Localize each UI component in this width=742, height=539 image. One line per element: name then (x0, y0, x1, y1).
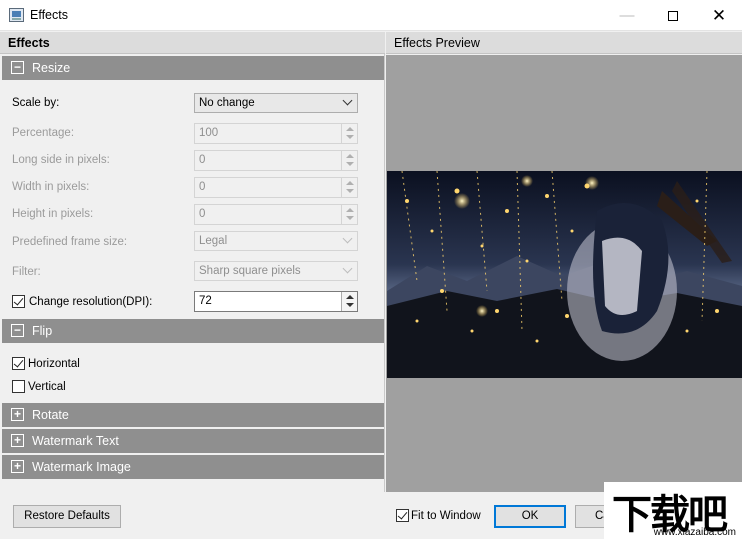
height-value: 0 (199, 208, 206, 220)
fit-to-window-checkbox[interactable] (396, 509, 409, 522)
maximize-icon (668, 10, 678, 21)
watermark-image-section-title: Watermark Image (32, 460, 131, 474)
watermark-image-section-header[interactable]: + Watermark Image (2, 455, 384, 479)
ok-button[interactable]: OK (494, 505, 566, 528)
vertical-label: Vertical (28, 381, 66, 393)
width-spinner[interactable] (341, 178, 357, 197)
spin-up-icon (346, 127, 354, 131)
spin-down-icon (346, 303, 354, 307)
window-title: Effects (30, 8, 68, 22)
long-side-value: 0 (199, 154, 206, 166)
preview-panel-header: Effects Preview (386, 32, 742, 54)
percentage-value: 100 (199, 127, 219, 139)
percentage-spinner[interactable] (341, 124, 357, 143)
vertical-checkbox[interactable] (12, 380, 25, 393)
long-side-spinner[interactable] (341, 151, 357, 170)
rotate-section-header[interactable]: + Rotate (2, 403, 384, 427)
flip-section-title: Flip (32, 324, 53, 338)
chevron-down-icon (342, 263, 353, 274)
horizontal-label: Horizontal (28, 358, 80, 370)
resize-section-title: Resize (32, 61, 71, 75)
spin-down-icon (346, 189, 354, 193)
collapse-icon: − (11, 324, 24, 337)
dpi-spinner[interactable] (341, 292, 357, 311)
spin-down-icon (346, 216, 354, 220)
effects-panel-header: Effects (0, 32, 385, 54)
frame-size-dropdown[interactable]: Legal (194, 231, 358, 251)
spin-up-icon (346, 295, 354, 299)
filter-value: Sharp square pixels (199, 265, 301, 277)
percentage-input[interactable]: 100 (194, 123, 358, 144)
scale-by-value: No change (199, 97, 255, 109)
rotate-section-title: Rotate (32, 408, 69, 422)
height-spinner[interactable] (341, 205, 357, 224)
horizontal-checkbox[interactable] (12, 357, 25, 370)
resize-section-header[interactable]: − Resize (2, 56, 384, 80)
height-input[interactable]: 0 (194, 204, 358, 225)
expand-icon: + (11, 460, 24, 473)
width-label: Width in pixels: (12, 181, 90, 193)
percentage-label: Percentage: (12, 127, 75, 139)
close-icon: ✕ (711, 5, 727, 25)
long-side-input[interactable]: 0 (194, 150, 358, 171)
width-value: 0 (199, 181, 206, 193)
restore-defaults-button[interactable]: Restore Defaults (13, 505, 121, 528)
maximize-button[interactable] (650, 0, 696, 31)
filter-dropdown[interactable]: Sharp square pixels (194, 261, 358, 281)
change-resolution-label: Change resolution(DPI): (29, 296, 153, 308)
watermark-text-section-title: Watermark Text (32, 434, 119, 448)
scale-by-dropdown[interactable]: No change (194, 93, 358, 113)
site-watermark: 下载吧 www.xiazaiba.com (604, 482, 742, 539)
preview-image (387, 171, 742, 378)
chevron-down-icon (342, 233, 353, 244)
filter-label: Filter: (12, 266, 41, 278)
change-resolution-checkbox[interactable] (12, 295, 25, 308)
fit-to-window-label: Fit to Window (411, 510, 481, 522)
scale-by-label: Scale by: (12, 97, 60, 109)
dpi-value: 72 (199, 295, 212, 307)
spin-down-icon (346, 162, 354, 166)
spin-up-icon (346, 208, 354, 212)
effects-panel: Effects − Resize Scale by: No change Per… (0, 32, 385, 492)
expand-icon: + (11, 434, 24, 447)
collapse-icon: − (11, 61, 24, 74)
frame-size-label: Predefined frame size: (12, 236, 128, 248)
long-side-label: Long side in pixels: (12, 154, 110, 166)
title-bar: Effects — ✕ (0, 0, 742, 31)
dpi-input[interactable]: 72 (194, 291, 358, 312)
app-icon (9, 8, 24, 22)
spin-down-icon (346, 135, 354, 139)
preview-artwork (387, 171, 742, 378)
minimize-button[interactable]: — (604, 0, 650, 31)
height-label: Height in pixels: (12, 208, 94, 220)
chevron-down-icon (342, 95, 353, 106)
minimize-icon: — (619, 7, 635, 24)
frame-size-value: Legal (199, 235, 228, 247)
width-input[interactable]: 0 (194, 177, 358, 198)
flip-section-header[interactable]: − Flip (2, 319, 384, 343)
spin-up-icon (346, 181, 354, 185)
spin-up-icon (346, 154, 354, 158)
watermark-url: www.xiazaiba.com (653, 527, 736, 538)
expand-icon: + (11, 408, 24, 421)
watermark-text-section-header[interactable]: + Watermark Text (2, 429, 384, 453)
close-button[interactable]: ✕ (696, 0, 742, 31)
